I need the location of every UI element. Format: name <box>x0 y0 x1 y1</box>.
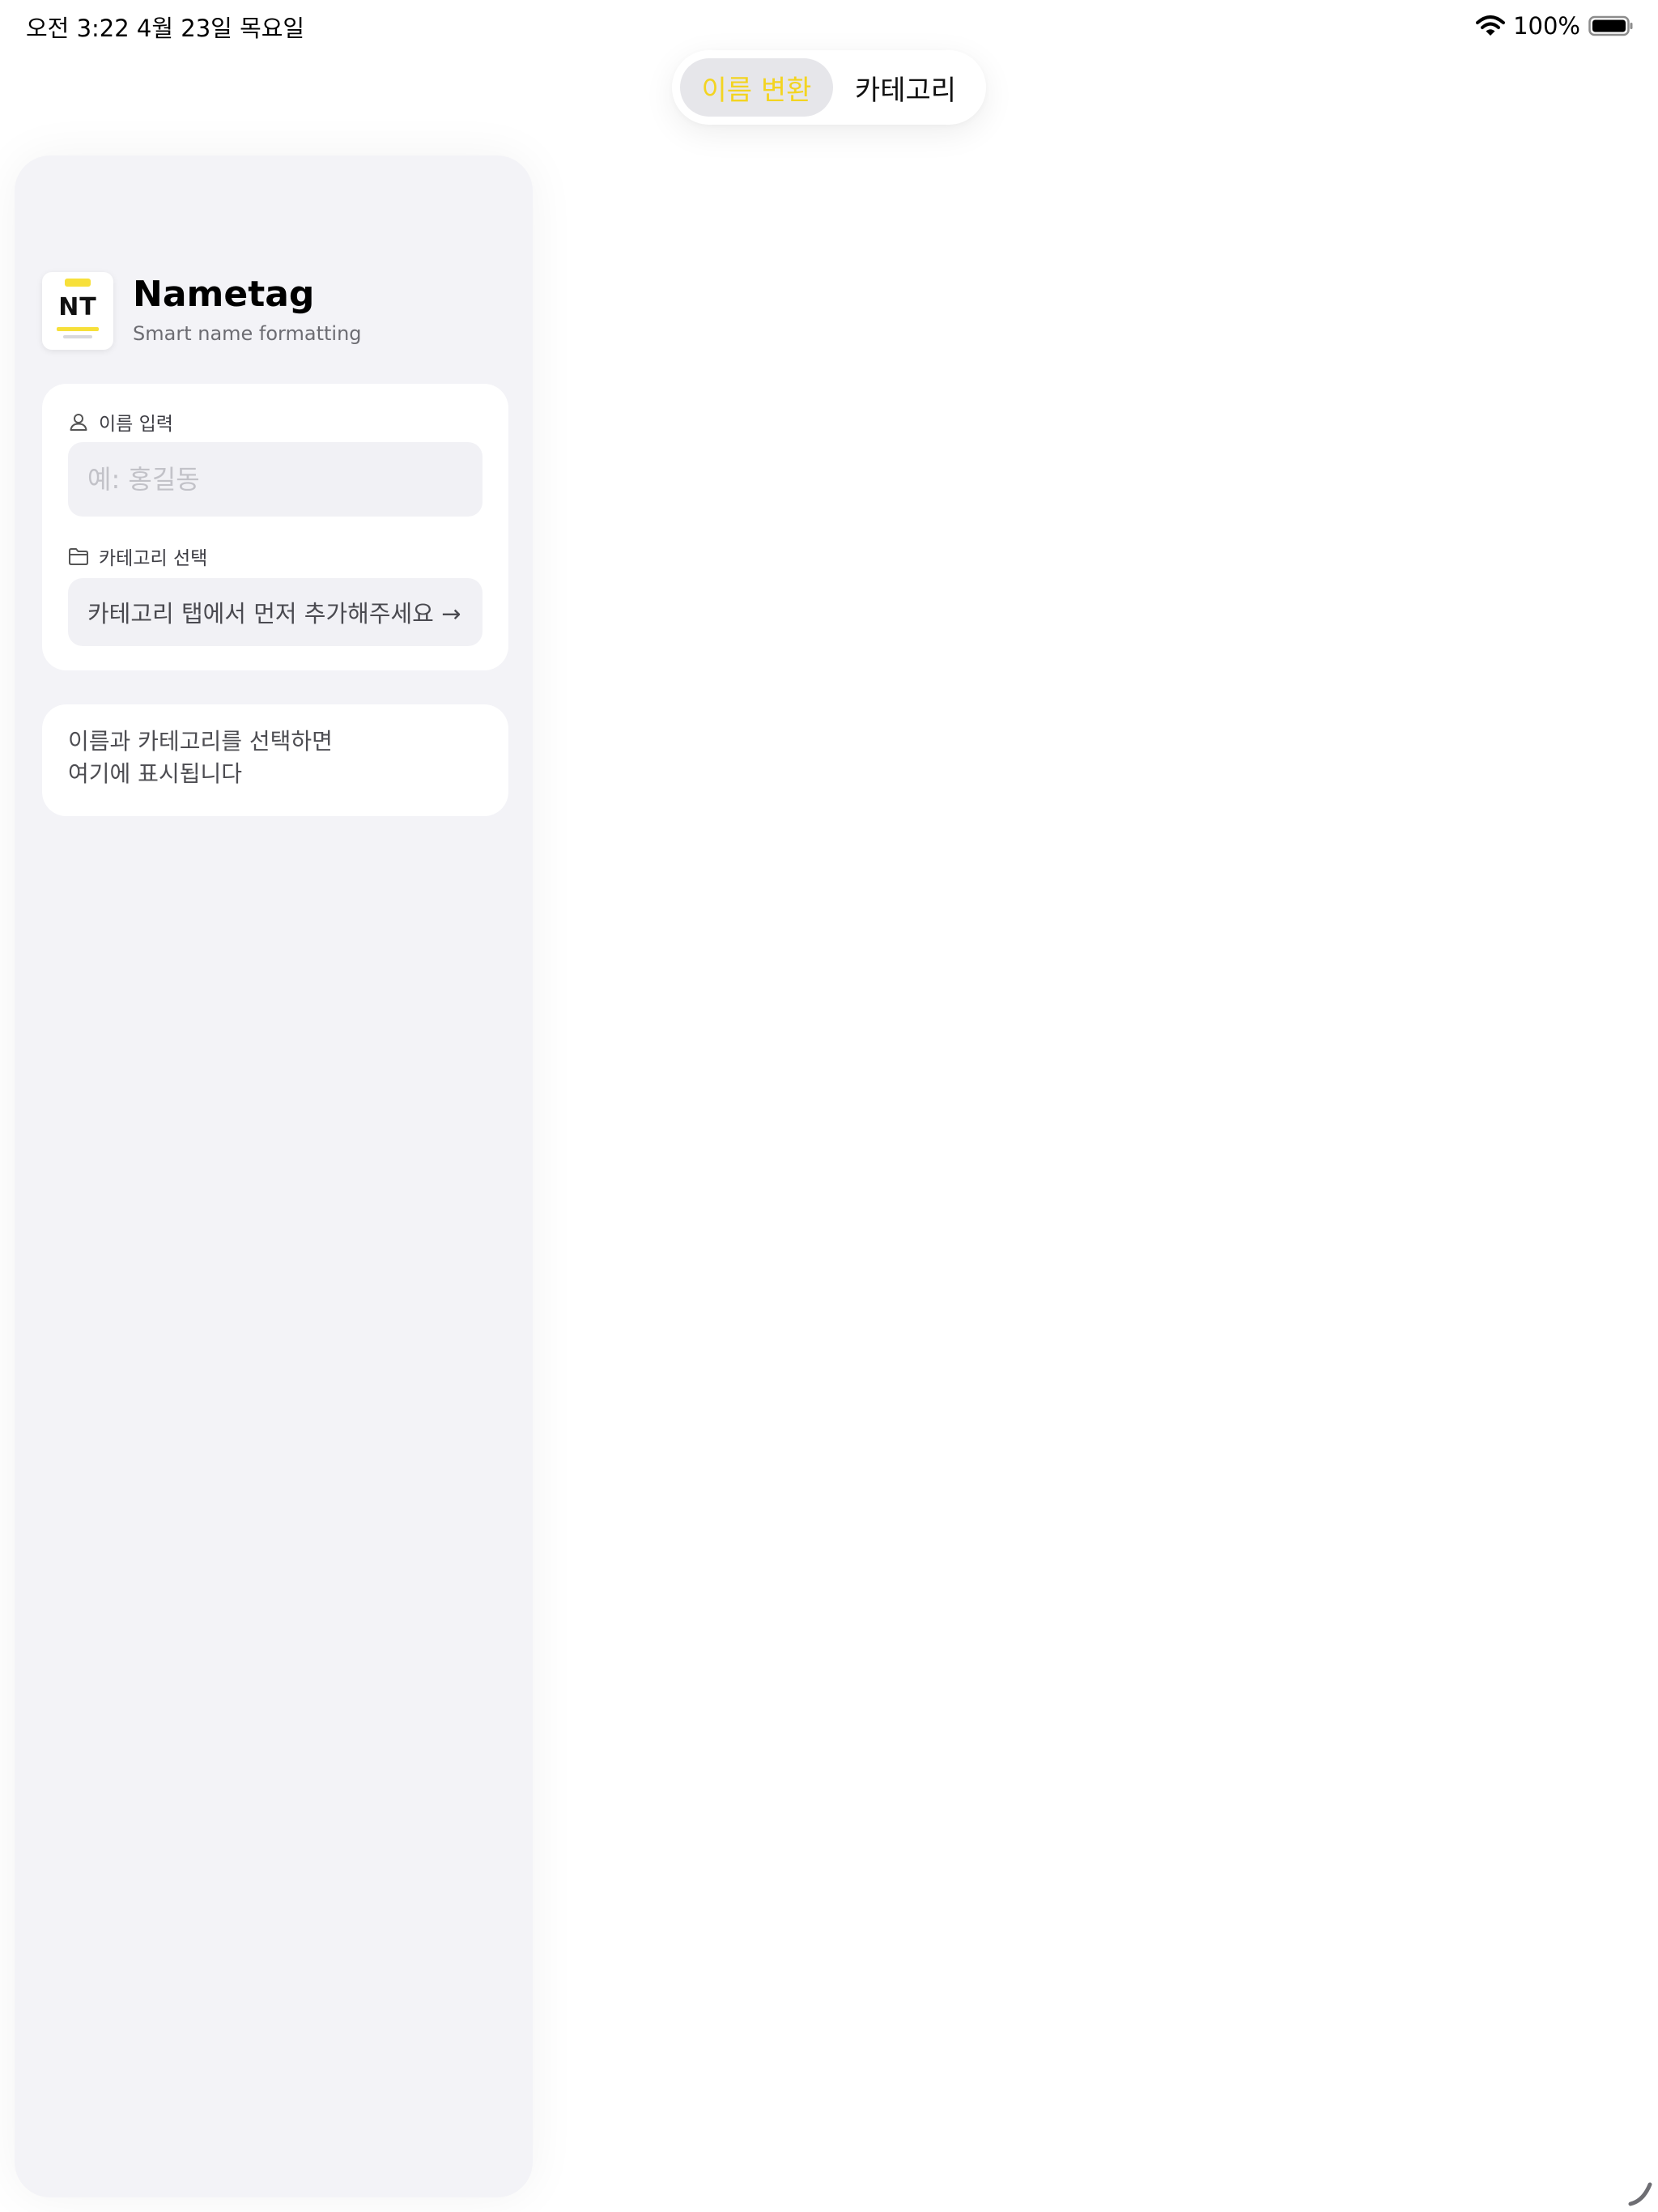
category-field-label-text: 카테고리 선택 <box>99 548 208 569</box>
battery-percent: 100% <box>1513 12 1580 40</box>
folder-icon <box>69 548 88 565</box>
status-time-date: 오전 3:22 4월 23일 목요일 <box>26 15 305 42</box>
logo-line-decoration-secondary <box>63 335 92 338</box>
input-form-card: 이름 입력 카테고리 선택 카테고리 탭에서 먼저 추가해주세요 → <box>42 384 508 670</box>
logo-tab-decoration <box>65 279 91 287</box>
result-placeholder-line2: 여기에 표시됩니다 <box>68 760 242 787</box>
person-icon <box>70 414 87 431</box>
sidebar-panel: NT Nametag Smart name formatting 이름 입력 카… <box>15 155 533 2197</box>
battery-icon <box>1588 15 1633 36</box>
name-input[interactable] <box>68 442 483 517</box>
app-title: Nametag <box>133 274 315 315</box>
mode-segmented-control: 이름 변환 카테고리 <box>672 50 986 125</box>
wifi-icon <box>1476 15 1506 36</box>
name-field-label: 이름 입력 <box>68 410 173 435</box>
name-field-label-text: 이름 입력 <box>99 414 173 435</box>
result-placeholder-line1: 이름과 카테고리를 선택하면 <box>68 728 333 755</box>
app-subtitle: Smart name formatting <box>133 322 362 345</box>
logo-text: NT <box>58 293 97 321</box>
logo-line-decoration <box>57 327 99 331</box>
result-placeholder-card: 이름과 카테고리를 선택하면 여기에 표시됩니다 <box>42 704 508 816</box>
tab-category[interactable]: 카테고리 <box>833 58 978 117</box>
status-bar: 오전 3:22 4월 23일 목요일 100% <box>0 0 1658 52</box>
status-indicators: 100% <box>1476 10 1634 42</box>
category-select-button[interactable]: 카테고리 탭에서 먼저 추가해주세요 → <box>68 578 483 646</box>
tab-name-convert[interactable]: 이름 변환 <box>680 58 833 117</box>
window-resize-handle-icon[interactable] <box>1626 2176 1658 2209</box>
app-logo: NT <box>42 272 113 350</box>
category-field-label: 카테고리 선택 <box>68 544 208 569</box>
